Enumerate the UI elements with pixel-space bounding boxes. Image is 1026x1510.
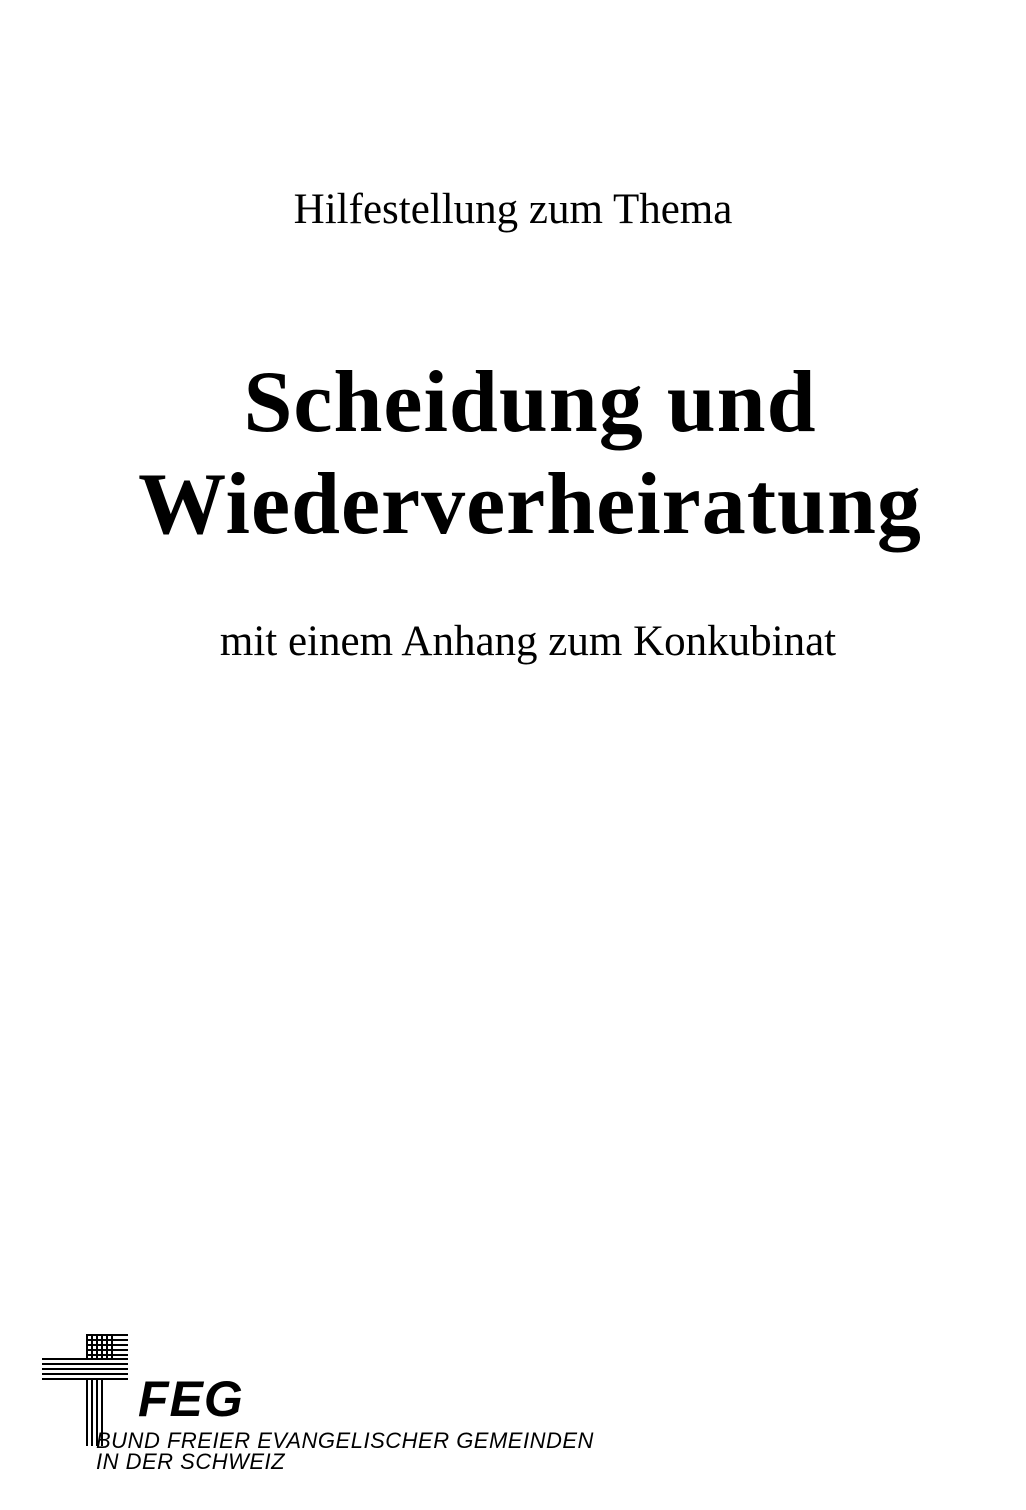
title-line-1: Scheidung und (243, 354, 817, 451)
title-line-2: Wiederverheiratung (138, 456, 922, 553)
feg-logo: FEG BUND FREIER EVANGELISCHER GEMEINDEN … (38, 1330, 598, 1480)
logo-name-line-2: IN DER SCHWEIZ (96, 1449, 286, 1474)
document-page: Hilfestellung zum Thema Scheidung und Wi… (0, 0, 1026, 1510)
document-title: Scheidung und Wiederverheiratung (0, 352, 1026, 556)
logo-abbreviation: FEG (138, 1371, 244, 1427)
document-subtitle: mit einem Anhang zum Konkubinat (219, 618, 837, 665)
document-kicker: Hilfestellung zum Thema (293, 186, 733, 233)
